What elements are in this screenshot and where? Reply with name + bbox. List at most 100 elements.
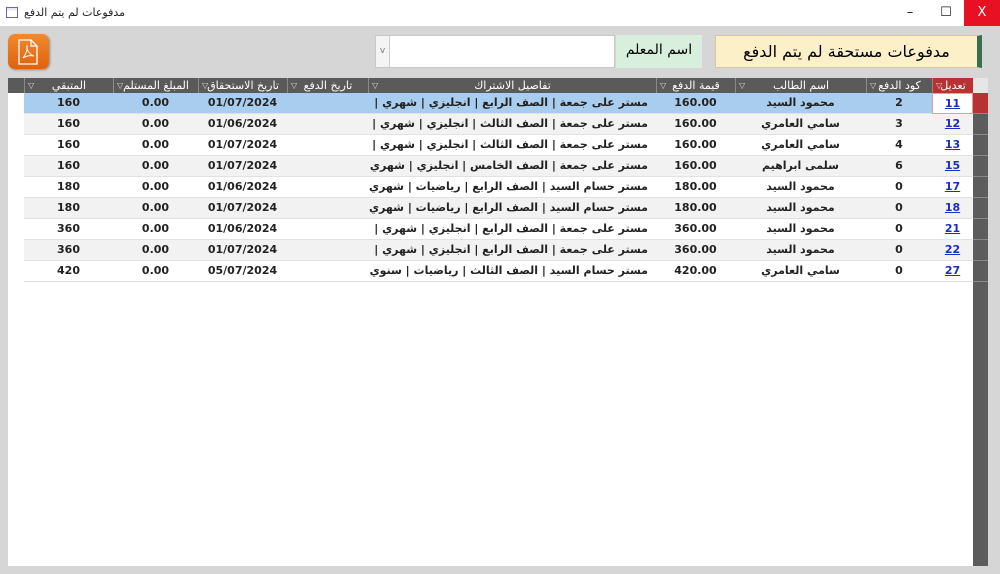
column-header-payment-code[interactable]: كود الدفع ▽ bbox=[866, 78, 932, 93]
cell-subscription-details: مستر حسام السيد | الصف الثالث | رياضيات … bbox=[368, 264, 648, 277]
filter-dropdown-icon[interactable]: ▽ bbox=[739, 78, 745, 93]
cell-amount-received: 0.00 bbox=[141, 159, 170, 172]
column-header-label: قيمة الدفع bbox=[672, 79, 720, 92]
cell-edit[interactable]: 15 bbox=[932, 156, 973, 177]
cell-edit[interactable]: 21 bbox=[932, 219, 973, 240]
cell-edit[interactable]: 17 bbox=[932, 177, 973, 198]
cell-remaining: 360 bbox=[57, 222, 80, 235]
cell-edit[interactable]: 18 bbox=[932, 198, 973, 219]
cell-amount-received: 0.00 bbox=[141, 117, 170, 130]
record-selector[interactable] bbox=[973, 93, 988, 114]
edit-link[interactable]: 11 bbox=[945, 97, 960, 110]
edit-link[interactable]: 18 bbox=[945, 201, 960, 214]
cell-payment-code: 3 bbox=[895, 117, 903, 130]
filter-dropdown-icon[interactable]: ▽ bbox=[936, 78, 942, 93]
filter-dropdown-icon[interactable]: ▽ bbox=[372, 78, 378, 93]
cell-payment-amount: 160.00 bbox=[674, 138, 717, 151]
record-selector[interactable] bbox=[973, 198, 988, 219]
record-selector[interactable] bbox=[973, 261, 988, 282]
pdf-icon bbox=[18, 39, 38, 65]
cell-remaining: 160 bbox=[57, 117, 80, 130]
column-header-student-name[interactable]: اسم الطالب ▽ bbox=[735, 78, 866, 93]
cell-payment-amount: 420.00 bbox=[674, 264, 717, 277]
filter-dropdown-icon[interactable]: ▽ bbox=[202, 78, 208, 93]
filter-dropdown-icon[interactable]: ▽ bbox=[117, 78, 123, 93]
edit-link[interactable]: 15 bbox=[945, 159, 960, 172]
column-header-edit[interactable]: تعديل ▽ bbox=[932, 78, 973, 93]
edit-link[interactable]: 22 bbox=[945, 243, 960, 256]
minimize-button[interactable]: – bbox=[892, 0, 928, 26]
cell-edit[interactable]: 22 bbox=[932, 240, 973, 261]
cell-amount-received: 0.00 bbox=[141, 222, 170, 235]
table-row[interactable]: 22 0 محمود السيد 360.00 مستر على جمعة | الصف… bbox=[24, 240, 973, 261]
record-selector[interactable] bbox=[973, 240, 988, 261]
edit-link[interactable]: 12 bbox=[945, 117, 960, 130]
filter-dropdown-icon[interactable]: ▽ bbox=[291, 78, 297, 93]
column-header-label: تعديل bbox=[940, 79, 966, 92]
cell-due-date: 01/07/2024 bbox=[207, 138, 278, 151]
column-header-payment-date[interactable]: تاريخ الدفع ▽ bbox=[287, 78, 368, 93]
table-row[interactable]: 12 3 سامي العامري 160.00 مستر على جمعة | الص… bbox=[24, 114, 973, 135]
cell-payment-date bbox=[287, 177, 368, 198]
record-selector[interactable] bbox=[973, 114, 988, 135]
column-header-subscription-details[interactable]: تفاصيل الاشتراك ▽ bbox=[368, 78, 656, 93]
form-icon bbox=[6, 7, 18, 18]
cell-edit[interactable]: 13 bbox=[932, 135, 973, 156]
cell-edit[interactable]: 27 bbox=[932, 261, 973, 282]
maximize-button[interactable]: ☐ bbox=[928, 0, 964, 26]
edit-link[interactable]: 21 bbox=[945, 222, 960, 235]
column-header-amount-received[interactable]: المبلغ المستلم ▽ bbox=[113, 78, 198, 93]
cell-payment-code: 2 bbox=[895, 96, 903, 109]
edit-link[interactable]: 27 bbox=[945, 264, 960, 277]
column-header-label: المبلغ المستلم bbox=[123, 79, 189, 92]
table-row[interactable]: 15 6 سلمى ابراهيم 160.00 مستر على جمعة | الص… bbox=[24, 156, 973, 177]
cell-payment-code: 0 bbox=[895, 222, 903, 235]
table-row[interactable]: 27 0 سامي العامري 420.00 مستر حسام السيد | ا… bbox=[24, 261, 973, 282]
teacher-combobox[interactable]: v bbox=[375, 35, 615, 68]
cell-student-name: محمود السيد bbox=[766, 96, 835, 109]
edit-link[interactable]: 17 bbox=[945, 180, 960, 193]
table-row[interactable]: 17 0 محمود السيد 180.00 مستر حسام السيد | ال… bbox=[24, 177, 973, 198]
filter-dropdown-icon[interactable]: ▽ bbox=[28, 78, 34, 93]
edit-link[interactable]: 13 bbox=[945, 138, 960, 151]
cell-due-date: 01/07/2024 bbox=[207, 243, 278, 256]
record-selector[interactable] bbox=[973, 219, 988, 240]
cell-student-name: سامي العامري bbox=[761, 138, 840, 151]
cell-subscription-details: مستر على جمعة | الصف الرابع | انجليزي | … bbox=[368, 243, 648, 256]
column-header-label: المتبقي bbox=[51, 79, 87, 92]
table-row[interactable]: 18 0 محمود السيد 180.00 مستر حسام السيد | ال… bbox=[24, 198, 973, 219]
select-all-corner[interactable] bbox=[973, 78, 988, 93]
cell-edit[interactable]: 12 bbox=[932, 114, 973, 135]
column-header-label: تاريخ الدفع bbox=[303, 79, 353, 92]
cell-payment-code: 0 bbox=[895, 201, 903, 214]
cell-due-date: 01/07/2024 bbox=[207, 159, 278, 172]
cell-remaining: 360 bbox=[57, 243, 80, 256]
table-row[interactable]: 21 0 محمود السيد 360.00 مستر على جمعة | الصف… bbox=[24, 219, 973, 240]
cell-subscription-details: مستر على جمعة | الصف الثالث | انجليزي | … bbox=[368, 138, 648, 151]
record-selector[interactable] bbox=[973, 135, 988, 156]
vertical-scrollbar[interactable] bbox=[973, 282, 988, 566]
cell-remaining: 180 bbox=[57, 180, 80, 193]
cell-subscription-details: مستر حسام السيد | الصف الرابع | رياضيات … bbox=[368, 180, 648, 193]
cell-payment-date bbox=[287, 156, 368, 177]
cell-student-name: محمود السيد bbox=[766, 180, 835, 193]
cell-payment-date bbox=[287, 198, 368, 219]
chevron-down-icon[interactable]: v bbox=[376, 36, 390, 67]
table-row[interactable]: 11 2 محمود السيد 160.00 مستر على جمعة | الصف… bbox=[24, 93, 973, 114]
table-row[interactable]: 13 4 سامي العامري 160.00 مستر على جمعة | الص… bbox=[24, 135, 973, 156]
cell-due-date: 01/07/2024 bbox=[207, 201, 278, 214]
close-button[interactable]: X bbox=[964, 0, 1000, 26]
cell-payment-amount: 160.00 bbox=[674, 96, 717, 109]
column-header-remaining[interactable]: المتبقي ▽ bbox=[24, 78, 113, 93]
column-header-due-date[interactable]: تاريخ الاستحقاق ▽ bbox=[198, 78, 287, 93]
record-selector[interactable] bbox=[973, 177, 988, 198]
filter-dropdown-icon[interactable]: ▽ bbox=[870, 78, 876, 93]
cell-remaining: 160 bbox=[57, 96, 80, 109]
column-header-payment-amount[interactable]: قيمة الدفع ▽ bbox=[656, 78, 735, 93]
record-selector[interactable] bbox=[973, 156, 988, 177]
cell-amount-received: 0.00 bbox=[141, 180, 170, 193]
cell-payment-amount: 180.00 bbox=[674, 180, 717, 193]
filter-dropdown-icon[interactable]: ▽ bbox=[660, 78, 666, 93]
export-pdf-button[interactable] bbox=[8, 34, 49, 69]
cell-edit[interactable]: 11 bbox=[932, 93, 973, 114]
